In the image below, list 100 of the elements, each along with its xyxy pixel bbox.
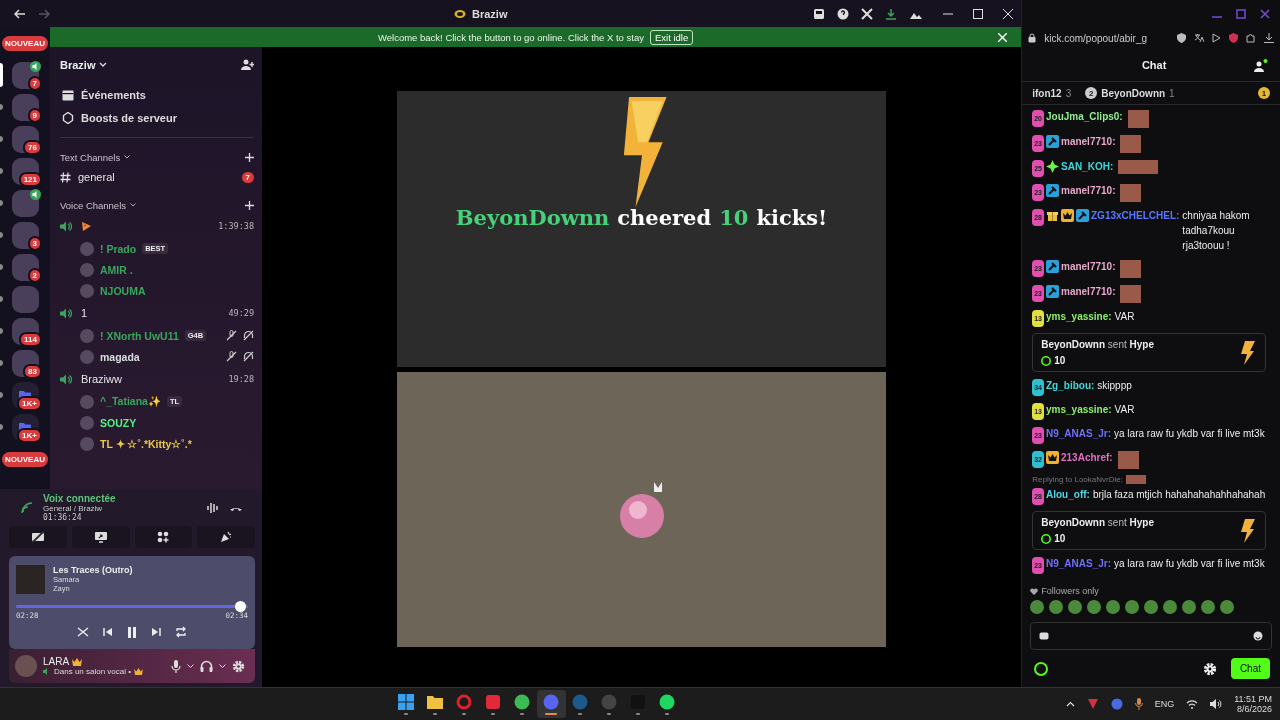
unread-count: 114: [19, 332, 42, 347]
chevron-down-icon[interactable]: [130, 203, 137, 207]
soundboard-button[interactable]: [197, 526, 255, 549]
activities-icon: [157, 531, 170, 544]
chat-username[interactable]: 213Achref:: [1061, 450, 1113, 465]
volume-icon[interactable]: [1210, 699, 1223, 709]
chevron-up-icon[interactable]: [1065, 701, 1075, 707]
play-icon[interactable]: [1212, 33, 1221, 43]
record-icon: [601, 693, 618, 710]
chat-username[interactable]: manel7710:: [1061, 183, 1116, 198]
menu-item[interactable]: Événements: [81, 88, 146, 101]
headphones-icon[interactable]: [200, 660, 213, 673]
chat-input-field[interactable]: [1030, 622, 1272, 651]
speaker-icon: [60, 307, 72, 319]
menu-item[interactable]: Boosts de serveur: [81, 111, 177, 124]
member-name[interactable]: magada: [100, 350, 140, 363]
forward-arrow-icon[interactable]: [38, 8, 50, 19]
chat-username[interactable]: Zg_bibou:: [1046, 378, 1095, 393]
gift-message: BeyonDownn sent Hype: [1041, 339, 1155, 350]
camera-off-button[interactable]: [9, 526, 67, 549]
windows-start-icon: [398, 693, 415, 710]
category-label[interactable]: Voice Channels: [60, 199, 127, 211]
category-label[interactable]: Text Channels: [60, 151, 121, 163]
kick-logo-icon[interactable]: [1034, 661, 1049, 676]
chat-username[interactable]: yms_yassine:: [1046, 309, 1112, 324]
voice-channel-name[interactable]: 1: [81, 307, 88, 319]
noise-suppression-icon[interactable]: [207, 501, 219, 514]
translate-icon[interactable]: [1194, 33, 1204, 43]
gifter-name[interactable]: ifon12: [1032, 87, 1062, 99]
clock-time[interactable]: 11:51 PM: [1234, 694, 1272, 704]
app-tray-icon[interactable]: [1110, 698, 1123, 710]
server-name[interactable]: Braziw: [60, 59, 96, 71]
clock-date[interactable]: 8/6/2026: [1236, 704, 1272, 714]
stream-tile[interactable]: [397, 372, 887, 647]
call-timer: 01:36:24: [43, 513, 83, 523]
back-arrow-icon[interactable]: [14, 8, 26, 19]
download-icon[interactable]: [885, 7, 898, 20]
address-bar[interactable]: kick.com/popout/abir_g: [1044, 32, 1148, 44]
gifter-name[interactable]: BeyonDownn: [1101, 87, 1166, 99]
microphone-icon[interactable]: [1134, 698, 1143, 710]
chat-username[interactable]: ZG13xCHELCHEL:: [1091, 208, 1180, 223]
wifi-icon[interactable]: [1186, 699, 1199, 709]
activities-button[interactable]: [134, 526, 193, 549]
repeat-icon[interactable]: [175, 626, 187, 639]
download-icon[interactable]: [1264, 33, 1274, 43]
smiley-icon[interactable]: [1253, 631, 1263, 642]
users-icon[interactable]: [1254, 58, 1268, 72]
kick-coin-icon: [1041, 355, 1052, 366]
channel-name[interactable]: general: [78, 171, 115, 183]
previous-icon[interactable]: [103, 627, 113, 638]
help-icon[interactable]: [837, 7, 850, 20]
server-icon[interactable]: [11, 93, 39, 121]
gift-message: BeyonDownn sent Hype: [1041, 517, 1155, 528]
settings-icon[interactable]: [232, 659, 245, 673]
inbox-icon[interactable]: [813, 7, 826, 20]
shield-icon[interactable]: [1177, 33, 1186, 43]
chat-username[interactable]: N9_ANAS_Jr:: [1046, 426, 1112, 441]
member-name[interactable]: ! XNorth UwU11: [100, 329, 179, 342]
voice-channel-name[interactable]: Braziww: [81, 373, 122, 385]
chat-username[interactable]: SAN_KOH:: [1061, 159, 1114, 174]
member-name[interactable]: TL ✦ ☆˚.*Kitty☆˚.*: [100, 437, 192, 450]
chat-username[interactable]: yms_yassine:: [1046, 402, 1112, 417]
next-icon[interactable]: [151, 627, 161, 638]
screen-share-button[interactable]: [71, 526, 130, 549]
chat-username[interactable]: JouJma_Clips0:: [1046, 109, 1123, 124]
voice-status: Voix connectée: [43, 493, 116, 505]
member-name[interactable]: SOUZY: [100, 416, 137, 429]
microphone-icon[interactable]: [171, 659, 181, 673]
exit-idle-button[interactable]: Exit idle: [649, 29, 694, 45]
send-chat-button[interactable]: Chat: [1230, 658, 1270, 680]
app-tray-icon[interactable]: [1086, 698, 1099, 710]
add-person-icon[interactable]: [241, 59, 254, 71]
plus-icon[interactable]: [245, 152, 254, 162]
chat-username[interactable]: manel7710:: [1061, 284, 1116, 299]
plus-icon[interactable]: [245, 200, 254, 210]
chat-username[interactable]: manel7710:: [1061, 134, 1116, 149]
taskbar-app[interactable]: [536, 690, 566, 718]
chat-title: Chat: [1141, 59, 1167, 71]
input-language[interactable]: ENG: [1154, 699, 1175, 709]
shuffle-icon[interactable]: [77, 626, 89, 639]
track-title: Les Traces (Outro): [53, 565, 133, 576]
progress-handle[interactable]: [235, 601, 247, 613]
chat-message: brjla faza mtjich hahahahahahhahahah: [1092, 488, 1267, 502]
rank-badge: 1: [1258, 87, 1270, 99]
chat-message: ya lara raw fu ykdb var fi live mt3k: [1114, 557, 1266, 571]
pause-icon[interactable]: [127, 626, 137, 638]
chat-username[interactable]: N9_ANAS_Jr:: [1046, 556, 1112, 571]
settings-icon[interactable]: [1202, 661, 1217, 676]
member-name[interactable]: NJOUMA: [100, 284, 146, 297]
chevron-down-icon[interactable]: [124, 155, 131, 159]
reply-context: Replying to LookaNvrDie:: [1032, 475, 1123, 484]
album-cover-placeholder: [16, 565, 45, 595]
chat-username[interactable]: manel7710:: [1061, 259, 1116, 274]
voice-channel-path[interactable]: General / Braziw: [43, 504, 116, 514]
stream-tile[interactable]: BeyonDownn cheered 10 kicks!: [397, 91, 887, 367]
moderator-badge-icon: [1076, 209, 1089, 222]
member-name[interactable]: AMIR .: [100, 263, 133, 276]
member-name[interactable]: ! Prado: [100, 242, 137, 255]
member-name[interactable]: ^_Tatiana✨: [100, 395, 161, 408]
chat-username[interactable]: Alou_off:: [1046, 487, 1090, 502]
